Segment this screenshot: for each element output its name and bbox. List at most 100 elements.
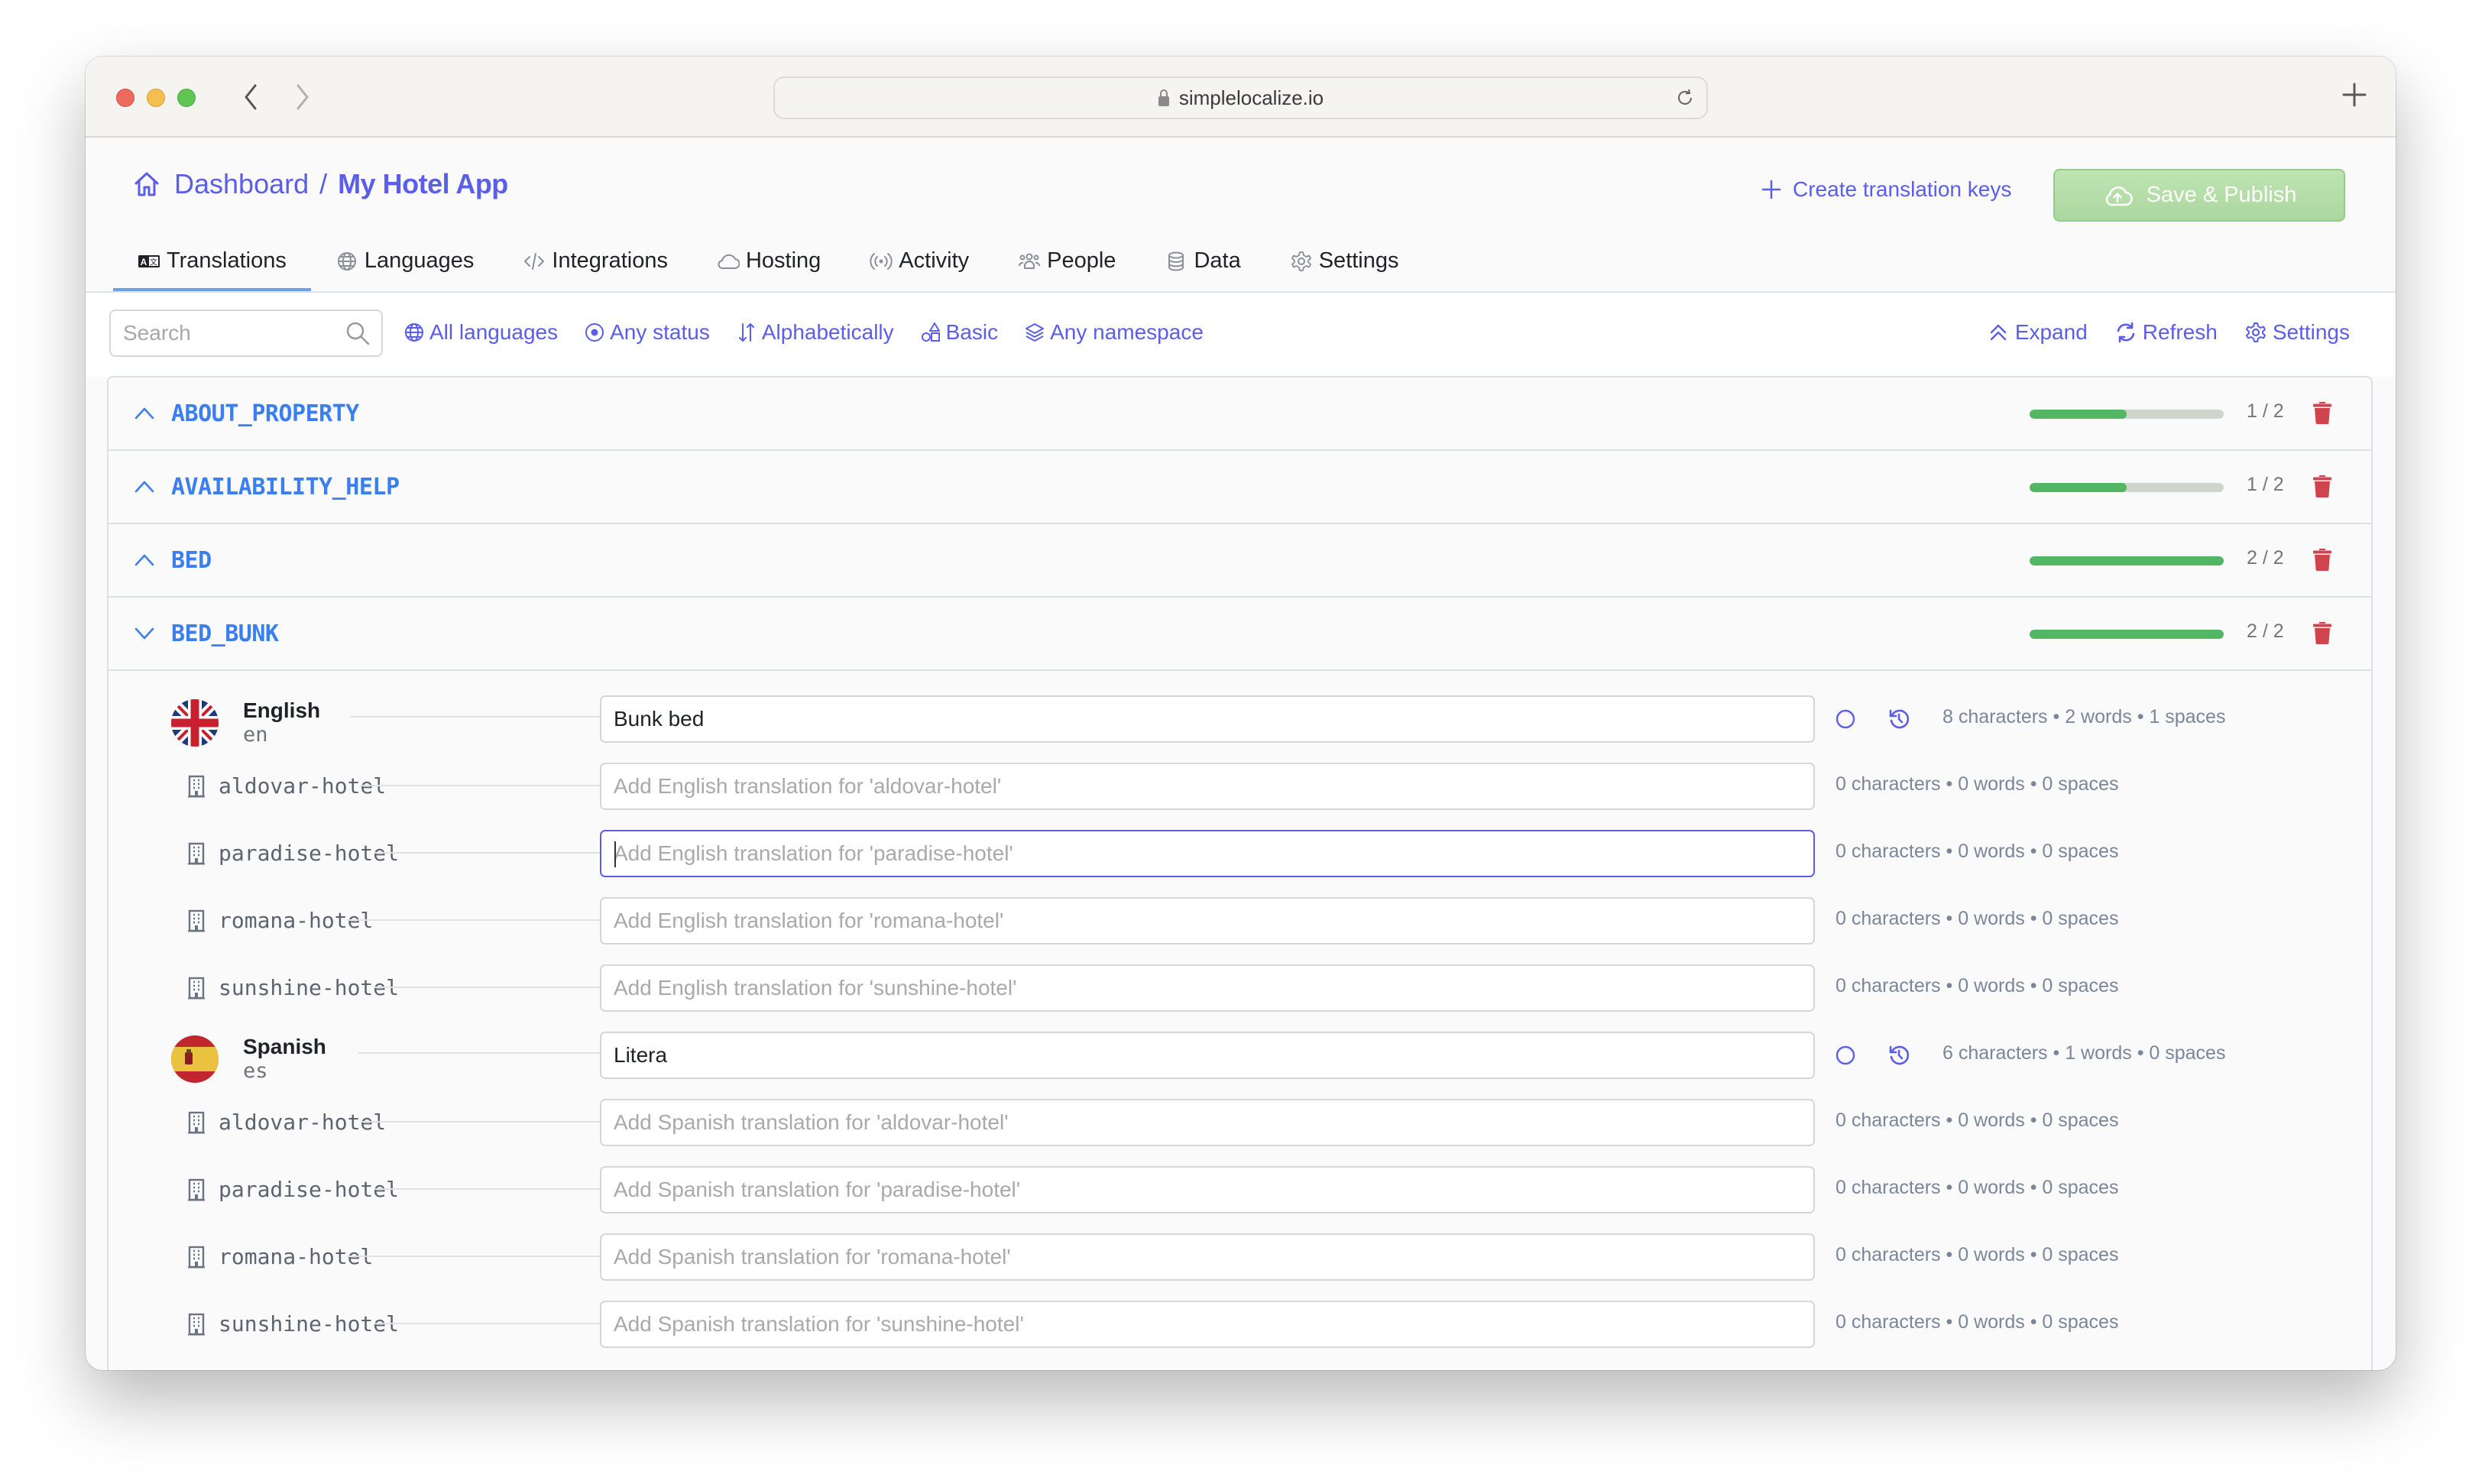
refresh-button[interactable]: Refresh <box>2115 320 2218 345</box>
search-icon[interactable] <box>345 320 371 346</box>
save-publish-button[interactable]: Save & Publish <box>2053 169 2345 222</box>
lock-icon <box>1158 89 1169 106</box>
key-name[interactable]: ABOUT_PROPERTY <box>171 400 359 427</box>
connector-line <box>361 785 600 786</box>
history-icon[interactable] <box>1887 708 1910 731</box>
tab-integrations[interactable]: Integrations <box>498 234 692 291</box>
breadcrumb: Dashboard / My Hotel App <box>131 168 508 200</box>
customer-translation-input[interactable] <box>601 764 1813 808</box>
tab-data-label: Data <box>1194 248 1241 273</box>
tab-activity[interactable]: Activity <box>845 234 993 291</box>
translation-stats: 6 characters • 1 words • 0 spaces <box>1943 1042 2226 1064</box>
filter-languages[interactable]: All languages <box>403 320 558 345</box>
translation-progress-bar <box>2030 630 2224 639</box>
building-icon <box>188 1246 205 1268</box>
filter-view-mode[interactable]: Basic <box>920 320 998 345</box>
tab-activity-label: Activity <box>899 248 970 273</box>
create-translation-keys-button[interactable]: Create translation keys <box>1761 177 2011 202</box>
trash-icon[interactable] <box>2312 547 2332 572</box>
customer-translation-input[interactable] <box>601 966 1813 1010</box>
status-icon <box>585 323 604 342</box>
building-icon <box>188 775 205 797</box>
connector-line <box>361 1121 600 1123</box>
customer-translation-input[interactable] <box>601 899 1813 943</box>
chevron-up-icon[interactable] <box>133 477 156 497</box>
customer-translation-input-wrapper <box>600 1301 1815 1348</box>
chevron-down-icon[interactable] <box>133 624 156 643</box>
customer-name: sunshine-hotel <box>219 1311 400 1337</box>
connector-line <box>374 1323 600 1324</box>
language-row: Spanishes 6 characters • 1 words • 0 spac… <box>109 1021 2371 1088</box>
filter-status[interactable]: Any status <box>584 320 710 345</box>
connector-line <box>374 852 600 854</box>
customer-translation-row: sunshine-hotel 0 characters • 0 words • 0… <box>109 1290 2371 1357</box>
code-icon <box>524 252 545 270</box>
key-row[interactable]: AVAILABILITY_HELP 1 / 2 <box>109 451 2371 524</box>
key-name[interactable]: BED <box>171 547 212 574</box>
connector-line <box>374 987 600 988</box>
customer-translation-input[interactable] <box>601 1235 1813 1279</box>
customer-translation-input[interactable] <box>601 1168 1813 1212</box>
key-row[interactable]: BED 2 / 2 <box>109 524 2371 598</box>
customer-translation-input[interactable] <box>601 1100 1813 1145</box>
tab-hosting-label: Hosting <box>745 248 821 273</box>
tab-people[interactable]: People <box>993 234 1140 291</box>
tab-translations[interactable]: A 文 Translations <box>113 234 311 291</box>
view-settings-button[interactable]: Settings <box>2245 320 2350 345</box>
tab-hosting[interactable]: Hosting <box>692 234 845 291</box>
tab-languages[interactable]: Languages <box>311 234 499 291</box>
browser-titlebar: simplelocalize.io <box>86 57 2396 138</box>
back-arrow-icon[interactable] <box>235 81 266 113</box>
translation-input[interactable] <box>601 697 1813 741</box>
customer-translation-input[interactable] <box>601 831 1813 876</box>
minimize-window-button[interactable] <box>147 89 165 107</box>
customer-translation-input[interactable] <box>601 1302 1813 1346</box>
chevron-up-icon[interactable] <box>133 550 156 570</box>
connector-line <box>347 1256 600 1257</box>
broadcast-icon <box>870 252 893 270</box>
translation-progress-bar <box>2030 556 2224 565</box>
translation-stats: 0 characters • 0 words • 0 spaces <box>1836 841 2119 862</box>
forward-arrow-icon[interactable] <box>287 81 318 113</box>
translation-stats: 0 characters • 0 words • 0 spaces <box>1836 773 2119 795</box>
customer-label: sunshine-hotel <box>188 975 399 1000</box>
tab-data[interactable]: Data <box>1140 234 1265 291</box>
translation-count: 1 / 2 <box>2247 400 2284 422</box>
trash-icon[interactable] <box>2312 400 2332 425</box>
expand-button[interactable]: Expand <box>1988 320 2088 345</box>
customer-name: sunshine-hotel <box>219 975 400 1000</box>
gear-icon <box>1291 251 1311 271</box>
address-bar[interactable]: simplelocalize.io <box>773 76 1708 119</box>
filter-sort[interactable]: Alphabetically <box>736 320 894 345</box>
filter-status-label: Any status <box>610 320 710 344</box>
home-icon[interactable] <box>131 169 162 199</box>
trash-icon[interactable] <box>2312 474 2332 498</box>
key-name[interactable]: BED_BUNK <box>171 620 279 647</box>
filter-namespace[interactable]: Any namespace <box>1024 320 1204 345</box>
translation-input[interactable] <box>601 1033 1813 1077</box>
review-status-icon[interactable] <box>1834 1044 1857 1067</box>
breadcrumb-dashboard-link[interactable]: Dashboard <box>174 168 309 200</box>
breadcrumb-project[interactable]: My Hotel App <box>338 168 508 200</box>
tab-people-label: People <box>1047 248 1116 273</box>
customer-name: paradise-hotel <box>219 1177 400 1202</box>
history-icon[interactable] <box>1887 1044 1910 1067</box>
key-name[interactable]: AVAILABILITY_HELP <box>171 474 400 501</box>
progress-fill <box>2030 410 2127 419</box>
maximize-window-button[interactable] <box>177 89 196 107</box>
search-input[interactable] <box>111 311 340 355</box>
connector-line <box>350 716 600 718</box>
chevron-up-icon[interactable] <box>133 403 156 423</box>
close-window-button[interactable] <box>116 89 134 107</box>
new-tab-icon[interactable] <box>2339 79 2370 110</box>
browser-window: simplelocalize.io Dashboard / My Hotel A… <box>86 57 2396 1370</box>
review-status-icon[interactable] <box>1834 708 1857 731</box>
filter-view-mode-label: Basic <box>945 320 999 344</box>
trash-icon[interactable] <box>2312 620 2332 645</box>
tab-settings[interactable]: Settings <box>1265 234 1424 291</box>
shapes-icon <box>921 322 940 342</box>
reload-icon[interactable] <box>1674 87 1696 109</box>
key-row[interactable]: BED_BUNK 2 / 2 <box>109 598 2371 671</box>
save-publish-label: Save & Publish <box>2146 183 2297 207</box>
key-row[interactable]: ABOUT_PROPERTY 1 / 2 <box>109 377 2371 451</box>
